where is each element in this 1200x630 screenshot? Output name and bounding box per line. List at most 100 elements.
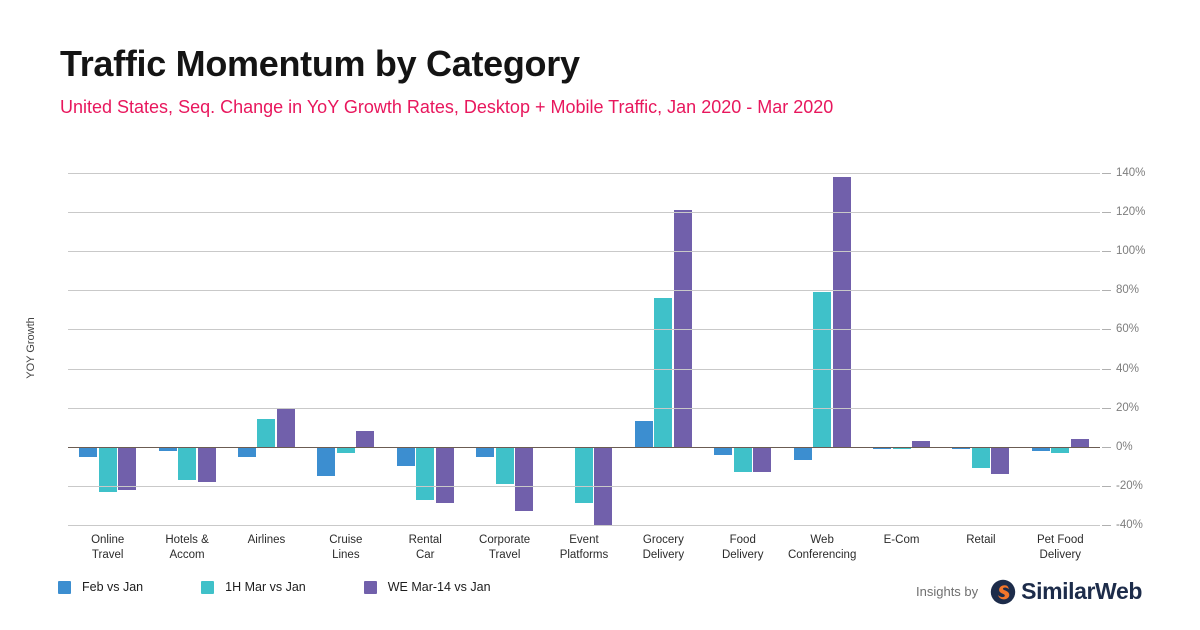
bar <box>396 446 415 467</box>
bar-group <box>227 173 306 525</box>
bar <box>971 446 990 469</box>
x-axis-label: Hotels & Accom <box>165 534 209 561</box>
x-axis-labels: Online Travel Hotels & Accom Airlines Cruise L… <box>68 533 1100 569</box>
y-tick-mark <box>1102 329 1111 331</box>
bar-group <box>306 173 385 525</box>
y-axis-title: YOY Growth <box>25 317 37 379</box>
bar <box>733 446 752 473</box>
similarweb-logo: SimilarWeb <box>990 578 1142 605</box>
x-axis-label: Web Conferencing <box>787 534 857 561</box>
gridline <box>68 173 1100 174</box>
plot-area: 140% 120% 100% 80% 60% 40% 20% 0% -20% -40% <box>68 167 1145 531</box>
bar <box>435 446 454 504</box>
plot-wrapper: YOY Growth 140% 120% 100% 80% 60% 40% 20% 0% -20… <box>0 0 1200 630</box>
bar <box>714 446 733 455</box>
bar <box>673 210 692 447</box>
bar <box>356 431 375 447</box>
legend-label: 1H Mar vs Jan <box>225 580 306 594</box>
bar <box>793 446 812 461</box>
bar <box>753 446 772 473</box>
bar <box>832 176 851 447</box>
gridline <box>68 290 1100 292</box>
bar-group <box>68 173 147 525</box>
y-tick-label: -40% <box>1116 519 1143 531</box>
y-tick-mark <box>1102 407 1111 409</box>
y-tick-label: 100% <box>1116 245 1146 258</box>
y-tick-mark <box>1102 525 1111 526</box>
brand-name: SimilarWeb <box>1021 578 1142 604</box>
x-axis-label: Rental Car <box>408 534 442 561</box>
zero-axis-line <box>68 446 1100 448</box>
legend-item[interactable]: Feb vs Jan <box>58 580 143 594</box>
gridline <box>68 329 1100 331</box>
gridline <box>68 251 1100 253</box>
legend-label: WE Mar-14 vs Jan <box>387 580 491 594</box>
bar <box>118 446 137 490</box>
bar <box>991 446 1010 475</box>
similarweb-mark-icon <box>990 579 1016 604</box>
bar <box>416 446 435 500</box>
gridline <box>68 212 1100 214</box>
bar-group <box>862 173 941 525</box>
x-axis-label: Corporate Travel <box>479 534 531 561</box>
bar <box>574 446 593 504</box>
bar <box>476 446 495 457</box>
y-tick-label: 80% <box>1116 284 1140 297</box>
bar <box>178 446 197 480</box>
x-axis-label: E-Com <box>883 534 920 546</box>
chart-legend: Feb vs Jan 1H Mar vs Jan WE Mar-14 vs Jan <box>58 580 549 594</box>
bar <box>495 446 514 484</box>
y-tick-label: -20% <box>1116 479 1143 492</box>
bar-group <box>941 173 1020 525</box>
y-tick-mark <box>1102 485 1111 487</box>
bar-group <box>782 173 861 525</box>
legend-item[interactable]: 1H Mar vs Jan <box>201 580 306 594</box>
legend-label: Feb vs Jan <box>82 580 144 594</box>
bar <box>237 446 256 457</box>
x-axis-label: Event Platforms <box>559 534 609 561</box>
y-tick-mark <box>1102 251 1111 253</box>
bar-group <box>544 173 623 525</box>
legend-swatch <box>58 580 71 594</box>
bar-group <box>624 173 703 525</box>
x-axis-label: Retail <box>966 534 996 546</box>
bar-groups <box>68 173 1100 525</box>
y-tick-label: 60% <box>1116 323 1140 336</box>
gridline <box>68 368 1100 370</box>
y-tick-label: 140% <box>1116 167 1146 179</box>
bar <box>1070 438 1089 447</box>
y-tick-mark <box>1102 212 1111 214</box>
bar-group <box>386 173 465 525</box>
legend-swatch <box>201 580 215 594</box>
brand-footer: Insights by SimilarWeb <box>916 578 1142 605</box>
gridline <box>68 525 1100 526</box>
bar <box>317 446 336 477</box>
bar <box>654 298 673 447</box>
bar-group <box>465 173 544 525</box>
legend-item[interactable]: WE Mar-14 vs Jan <box>363 580 491 594</box>
insights-by-label: Insights by <box>916 584 979 599</box>
y-tick-mark <box>1102 290 1111 292</box>
y-tick-mark <box>1102 173 1111 174</box>
legend-swatch <box>363 580 377 594</box>
chart-page: Traffic Momentum by Category United Stat… <box>0 0 1200 630</box>
bar <box>515 446 534 512</box>
bar-group <box>1021 173 1100 525</box>
bar <box>197 446 216 482</box>
x-axis-label: Grocery Delivery <box>642 534 685 561</box>
y-tick-label: 40% <box>1116 362 1140 375</box>
bar <box>79 446 98 457</box>
x-axis-label: Cruise Lines <box>329 534 363 561</box>
gridline <box>68 485 1100 487</box>
x-axis-label: Pet Food Delivery <box>1036 534 1084 561</box>
x-axis-label: Airlines <box>247 534 286 546</box>
x-axis-label: Food Delivery <box>721 534 764 561</box>
y-tick-label: 120% <box>1116 206 1146 219</box>
bar-group <box>703 173 782 525</box>
y-tick-mark <box>1102 368 1111 370</box>
y-tick-mark <box>1102 446 1111 448</box>
y-tick-label: 0% <box>1116 440 1133 453</box>
x-axis-label: Online Travel <box>91 534 125 561</box>
y-tick-label: 20% <box>1116 401 1140 414</box>
bar <box>276 407 295 447</box>
